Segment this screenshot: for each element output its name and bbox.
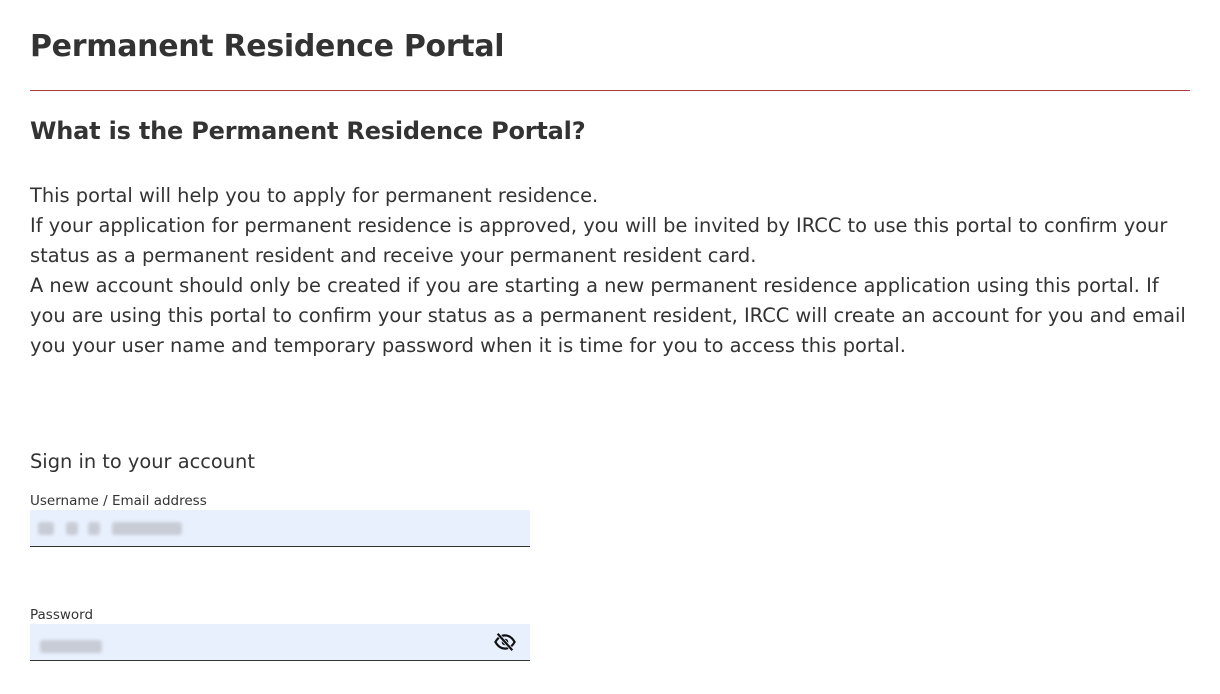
intro-paragraph: If your application for permanent reside… [30,214,1168,267]
intro-paragraph: This portal will help you to apply for p… [30,184,599,207]
username-field[interactable] [30,510,530,547]
redacted-value [66,522,78,535]
redacted-value [88,522,100,535]
username-label: Username / Email address [30,493,207,509]
signin-heading: Sign in to your account [30,450,255,473]
password-label: Password [30,607,94,623]
intro-heading: What is the Permanent Residence Portal? [30,117,586,145]
redacted-value [112,522,182,535]
intro-text: This portal will help you to apply for p… [30,181,1195,361]
intro-paragraph: A new account should only be created if … [30,274,1186,357]
page-title: Permanent Residence Portal [30,29,505,64]
redacted-value [38,522,54,535]
password-field[interactable] [30,624,530,661]
title-divider [30,90,1190,91]
page: Permanent Residence Portal What is the P… [0,0,1220,694]
eye-slash-icon[interactable] [494,631,516,653]
redacted-value [40,640,102,653]
